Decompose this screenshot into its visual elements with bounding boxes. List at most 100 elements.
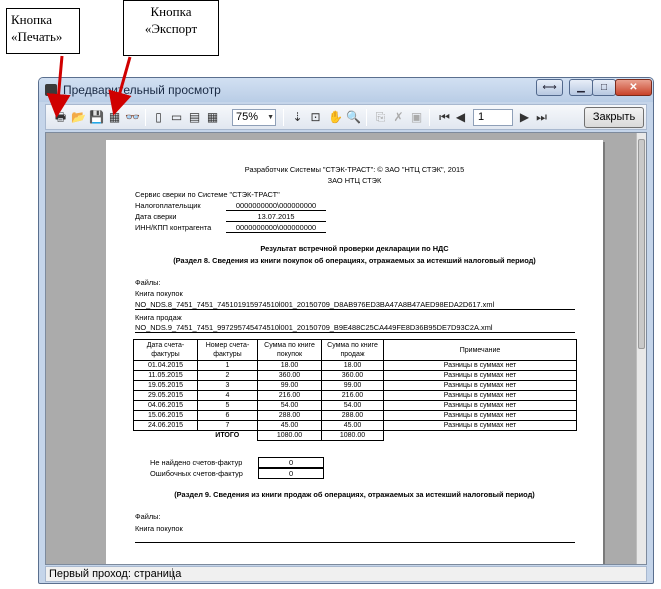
cell-sales: 18.00 <box>321 360 384 371</box>
date-label: Дата сверки <box>135 212 177 221</box>
scrollbar-thumb[interactable] <box>638 139 645 349</box>
org-line: ЗАО НТЦ СТЭК <box>327 176 382 185</box>
col-header-sales: Сумма по книге продаж <box>321 339 384 361</box>
purchase-book-label-2: Книга покупок <box>135 524 183 533</box>
cell-sales: 45.00 <box>321 420 384 431</box>
counterparty-value: 0000000000\000000000 <box>226 223 326 233</box>
last-page-icon[interactable]: ⏭ <box>533 109 550 126</box>
taxpayer-label: Налогоплательщик <box>135 201 201 210</box>
cell-date: 24.06.2015 <box>133 420 198 431</box>
section9-heading: (Раздел 9. Сведения из книги продаж об о… <box>174 490 535 499</box>
margins-icon[interactable]: ⊡ <box>307 109 324 126</box>
cell-note: Разницы в суммах нет <box>383 360 577 371</box>
cell-purchases: 99.00 <box>257 380 322 391</box>
cell-note: Разницы в суммах нет <box>383 400 577 411</box>
grid-pages-icon[interactable]: ▦ <box>204 109 221 126</box>
maximize-button[interactable]: □ <box>592 79 616 96</box>
cell-purchases: 54.00 <box>257 400 322 411</box>
save-icon[interactable]: 💾 <box>88 109 105 126</box>
vertical-scrollbar[interactable] <box>636 133 646 564</box>
delete-page-icon: ✗ <box>393 110 404 124</box>
page-setup-icon[interactable]: ⇣ <box>289 109 306 126</box>
single-page-icon[interactable]: ▯ <box>150 109 167 126</box>
total-label: ИТОГО <box>215 432 240 440</box>
preview-window: Предварительный просмотр ⟷ ▁ □ ✕ 🖶 📂 💾 ▦… <box>38 77 654 584</box>
purchase-file: NO_NDS.8_7451_7451_745101915974510l001_2… <box>135 300 575 310</box>
errors-label: Ошибочных счетов-фактур <box>150 469 243 478</box>
total-purchases: 1080.00 <box>257 430 322 441</box>
prev-page-icon[interactable]: ◀ <box>452 109 469 126</box>
report-heading: Результат встречной проверки декларации … <box>260 244 449 253</box>
col-header-date: Дата счета-фактуры <box>133 339 198 361</box>
callout-print: Кнопка «Печать» <box>6 8 80 54</box>
cell-purchases: 18.00 <box>257 360 322 371</box>
export-icon[interactable]: ▦ <box>106 109 123 126</box>
files-label: Файлы: <box>135 278 161 287</box>
cell-date: 19.05.2015 <box>133 380 198 391</box>
title-bar[interactable]: Предварительный просмотр ⟷ ▁ □ ✕ <box>39 78 653 102</box>
cell-sales: 54.00 <box>321 400 384 411</box>
window-title: Предварительный просмотр <box>63 83 221 97</box>
cell-note: Разницы в суммах нет <box>383 420 577 431</box>
table-row: 01.04.2015 1 18.00 18.00 Разницы в суммах не… <box>133 360 577 371</box>
files-label-2: Файлы: <box>135 512 161 521</box>
cell-note: Разницы в суммах нет <box>383 380 577 391</box>
edit-page-icon: ⎘ <box>375 110 386 124</box>
open-folder-icon[interactable]: 📂 <box>70 109 87 126</box>
close-button[interactable]: Закрыть <box>584 107 644 128</box>
counterparty-label: ИНН/КПП контрагента <box>135 223 212 232</box>
cell-number: 7 <box>197 420 258 431</box>
report-page: Разработчик Системы "СТЭК-ТРАСТ": © ЗАО … <box>106 140 603 564</box>
cell-purchases: 360.00 <box>257 370 322 381</box>
purchase-book-label: Книга покупок <box>135 289 183 298</box>
find-icon[interactable]: 👓 <box>124 109 141 126</box>
status-bar: Первый проход: страница <box>45 566 647 582</box>
first-page-icon[interactable]: ⏮ <box>436 109 453 126</box>
reconciliation-table: Дата счета-фактуры Номер счета-фактуры С… <box>133 339 577 441</box>
next-page-icon[interactable]: ▶ <box>516 109 533 126</box>
taxpayer-value: 0000000000\000000000 <box>226 201 326 211</box>
zoom-select[interactable]: 75% ▼ <box>232 109 276 126</box>
developer-line: Разработчик Системы "СТЭК-ТРАСТ": © ЗАО … <box>244 165 465 174</box>
cell-date: 04.06.2015 <box>133 400 198 411</box>
table-row: 19.05.2015 3 99.00 99.00 Разницы в суммах не… <box>133 380 577 391</box>
col-header-note: Примечание <box>383 339 577 361</box>
cell-date: 29.05.2015 <box>133 390 198 401</box>
print-icon[interactable]: 🖶 <box>52 109 69 126</box>
table-row: 24.06.2015 7 45.00 45.00 Разницы в суммах не… <box>133 420 577 431</box>
status-text: Первый проход: страница <box>49 568 182 580</box>
chevron-down-icon: ▼ <box>267 114 274 121</box>
table-row: 29.05.2015 4 216.00 216.00 Разницы в суммах … <box>133 390 577 401</box>
total-sales: 1080.00 <box>321 430 384 441</box>
table-row: 15.06.2015 6 288.00 288.00 Разницы в суммах … <box>133 410 577 421</box>
page-width-icon[interactable]: ▭ <box>168 109 185 126</box>
cell-number: 3 <box>197 380 258 391</box>
col-header-purchases: Сумма по книге покупок <box>257 339 322 361</box>
not-found-label: Не найдено счетов-фактур <box>150 458 243 467</box>
preview-viewport[interactable]: Разработчик Системы "СТЭК-ТРАСТ": © ЗАО … <box>45 132 647 565</box>
cell-purchases: 45.00 <box>257 420 322 431</box>
zoom-icon[interactable]: 🔍 <box>345 109 362 126</box>
multi-page-icon[interactable]: ▤ <box>186 109 203 126</box>
page-number-input[interactable]: 1 <box>473 109 513 126</box>
cell-purchases: 288.00 <box>257 410 322 421</box>
cell-date: 15.06.2015 <box>133 410 198 421</box>
restore-switch-button[interactable]: ⟷ <box>536 79 563 96</box>
sales-book-label: Книга продаж <box>135 313 182 322</box>
hand-icon[interactable]: ✋ <box>327 109 344 126</box>
toolbar: 🖶 📂 💾 ▦ 👓 ▯ ▭ ▤ ▦ 75% ▼ ⇣ ⊡ ✋ 🔍 ⎘ ✗ ▣ ⏮ … <box>45 104 647 130</box>
cell-sales: 288.00 <box>321 410 384 421</box>
not-found-value: 0 <box>258 457 324 468</box>
purchase-file-2-line <box>135 542 575 543</box>
cell-note: Разницы в суммах нет <box>383 390 577 401</box>
cell-sales: 216.00 <box>321 390 384 401</box>
cell-purchases: 216.00 <box>257 390 322 401</box>
minimize-button[interactable]: ▁ <box>569 79 593 96</box>
table-row: 11.05.2015 2 360.00 360.00 Разницы в суммах … <box>133 370 577 381</box>
cell-note: Разницы в суммах нет <box>383 370 577 381</box>
cell-sales: 360.00 <box>321 370 384 381</box>
cell-number: 6 <box>197 410 258 421</box>
cell-number: 4 <box>197 390 258 401</box>
close-window-button[interactable]: ✕ <box>615 79 652 96</box>
cell-note: Разницы в суммах нет <box>383 410 577 421</box>
